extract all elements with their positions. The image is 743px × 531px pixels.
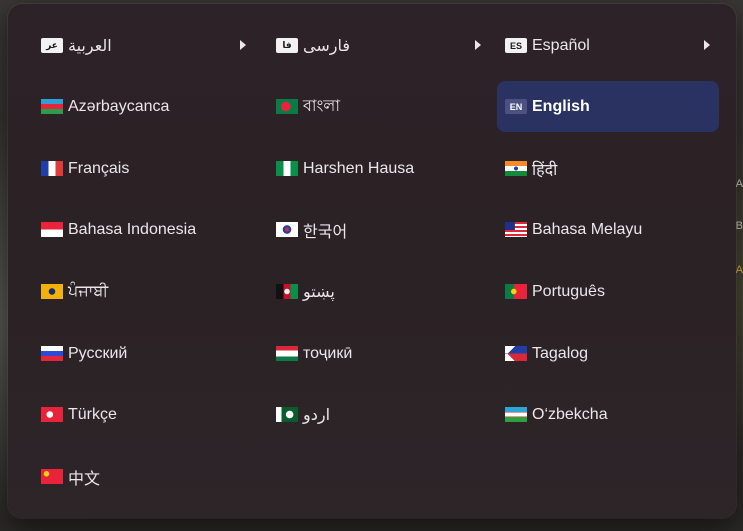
language-label: हिंदी [532,161,558,179]
language-label: Tagalog [532,344,589,362]
language-option[interactable]: ES Español [497,20,719,71]
flag-af-icon [276,284,298,299]
language-code-badge: EN [505,99,527,114]
chevron-right-icon[interactable] [704,39,710,50]
language-label: فارسی [303,37,350,55]
flag-cn-icon [41,469,63,484]
language-label: O‘zbekcha [532,405,608,423]
language-code-badge: عر [41,38,63,53]
language-option[interactable]: فا فارسی [268,20,490,71]
language-option[interactable]: Русский [33,328,255,379]
language-option[interactable]: 한국어 [268,204,490,255]
language-option[interactable]: Azərbaycanca [33,81,255,132]
chevron-right-icon[interactable] [475,39,481,50]
flag-pt-icon [505,284,527,299]
flag-fr-icon [41,161,63,176]
language-option[interactable]: हिंदी [497,143,719,194]
chevron-right-icon[interactable] [240,39,246,50]
language-label: Bahasa Indonesia [68,220,197,238]
language-option[interactable]: Tagalog [497,328,719,379]
language-option[interactable]: ਪੰਜਾਬੀ [33,266,255,317]
language-label: English [532,97,590,115]
flag-ph-icon [505,346,527,361]
language-label: 中文 [68,470,101,488]
language-label: Bahasa Melayu [532,220,643,238]
language-label: Русский [68,344,128,362]
language-option[interactable]: O‘zbekcha [497,389,719,440]
flag-id-icon [41,222,63,237]
language-label: Türkçe [68,405,117,423]
language-label: 한국어 [303,223,348,241]
language-option[interactable]: اردو [268,389,490,440]
flag-pk-icon [276,407,298,422]
language-option[interactable]: Português [497,266,719,317]
flag-az-icon [41,99,63,114]
language-option[interactable]: Bahasa Melayu [497,204,719,255]
language-option[interactable]: Bahasa Indonesia [33,204,255,255]
language-label: Português [532,282,605,300]
flag-tr-icon [41,407,63,422]
language-option[interactable]: Français [33,143,255,194]
language-label: Azərbaycanca [68,97,170,115]
flag-in-icon [505,161,527,176]
language-option[interactable]: EN English [497,81,719,132]
language-label: Español [532,36,590,54]
flag-uz-icon [505,407,527,422]
language-option[interactable]: پښتو [268,266,490,317]
language-option[interactable]: 中文 [33,451,255,502]
language-label: Français [68,159,130,177]
background-text-fragment: A [735,178,743,190]
language-label: پښتو [303,283,335,301]
language-option[interactable]: বাংলা [268,81,490,132]
flag-pa-icon [41,284,63,299]
language-selector-panel: عر العربية Azərbaycanca Français Bahasa Indo… [8,4,736,518]
language-code-badge: ES [505,38,527,53]
language-label: Harshen Hausa [303,159,415,177]
language-label: ਪੰਜਾਬੀ [68,282,109,300]
language-option[interactable]: Harshen Hausa [268,143,490,194]
flag-bd-icon [276,99,298,114]
language-label: العربية [68,37,112,55]
language-option[interactable]: Türkçe [33,389,255,440]
flag-kr-icon [276,222,298,237]
background-text-fragment: A [735,264,743,276]
language-label: тоҷикӣ [303,344,353,362]
language-label: اردو [303,406,331,424]
flag-ru-icon [41,346,63,361]
flag-tj-icon [276,346,298,361]
language-code-badge: فا [276,38,298,53]
language-option[interactable]: тоҷикӣ [268,328,490,379]
background-text-fragment: B [735,220,743,232]
flag-ng-icon [276,161,298,176]
language-option[interactable]: عر العربية [33,20,255,71]
flag-my-icon [505,222,527,237]
language-label: বাংলা [303,98,340,115]
